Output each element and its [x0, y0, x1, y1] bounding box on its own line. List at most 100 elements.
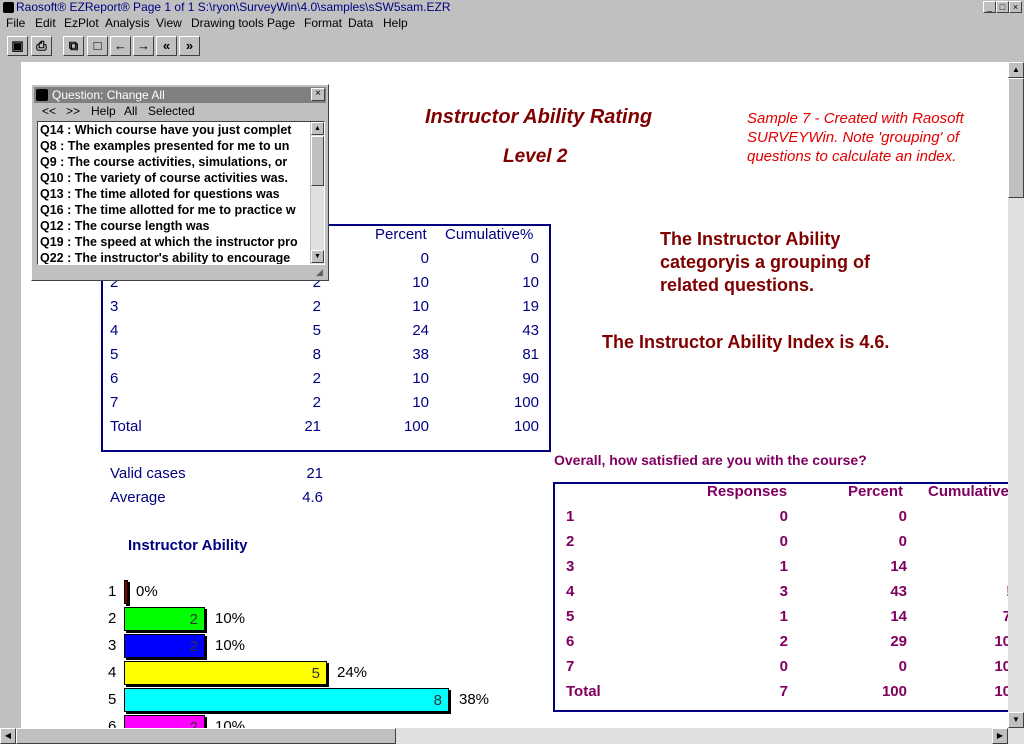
- resize-grip-icon[interactable]: ◢: [316, 267, 323, 278]
- scroll-down-icon[interactable]: ▼: [1008, 712, 1024, 728]
- menu-data[interactable]: Data: [348, 16, 373, 30]
- table2-row-responses: 0: [779, 508, 788, 525]
- table1-row-percent: 10: [412, 298, 429, 315]
- chart-percent-label: 0%: [136, 583, 158, 600]
- menu-page[interactable]: Page: [267, 16, 295, 30]
- table2-row-responses: 3: [779, 583, 788, 600]
- scroll-left-icon[interactable]: ◀: [0, 728, 16, 744]
- dialog-all[interactable]: All: [124, 104, 137, 118]
- last-icon[interactable]: »: [179, 36, 200, 56]
- question-item[interactable]: Q16 : The time allotted for me to practi…: [39, 202, 310, 218]
- table2-row-percent: 43: [890, 583, 907, 600]
- chart-title: Instructor Ability: [128, 537, 248, 554]
- chart-bar-value: 2: [189, 611, 198, 628]
- dialog-next[interactable]: >>: [66, 104, 80, 118]
- table1-row-label: 3: [110, 298, 119, 315]
- new-page-icon[interactable]: □: [87, 36, 108, 56]
- vertical-scroll-thumb[interactable]: [1008, 78, 1024, 198]
- chart-category-label: 1: [108, 583, 117, 600]
- table1-row-label: 7: [110, 394, 119, 411]
- back-icon[interactable]: ←: [110, 36, 131, 56]
- table1-row-count: 5: [312, 322, 321, 339]
- dialog-close-icon[interactable]: ×: [311, 88, 325, 101]
- question-item[interactable]: Q22 : The instructor's ability to encour…: [39, 250, 310, 264]
- dialog-selected[interactable]: Selected: [148, 104, 195, 118]
- toolbar: ▣ ⎙ ⧉ □ ← → « »: [0, 32, 1024, 60]
- table1-row-cumulative: 43: [522, 322, 539, 339]
- forward-icon[interactable]: →: [133, 36, 154, 56]
- scroll-up-icon[interactable]: ▲: [1008, 62, 1024, 78]
- list-scroll-up-icon[interactable]: ▲: [311, 122, 324, 135]
- table2-row-label: 2: [566, 533, 575, 550]
- table1-row-cumulative: 81: [522, 346, 539, 363]
- table1-row-percent: 24: [412, 322, 429, 339]
- menu-edit[interactable]: Edit: [35, 16, 56, 30]
- chart-percent-label: 38%: [459, 691, 490, 708]
- restore-button[interactable]: □: [996, 1, 1009, 13]
- table1-header-cumulative: Cumulative%: [445, 226, 534, 243]
- table2-row-responses: 0: [779, 533, 788, 550]
- horizontal-scrollbar[interactable]: ◀ ▶: [0, 728, 1024, 744]
- question-item[interactable]: Q9 : The course activities, simulations,…: [39, 154, 310, 170]
- menu-format[interactable]: Format: [304, 16, 342, 30]
- question-title: Overall, how satisfied are you with the …: [554, 452, 867, 468]
- table2-header-cumulative: Cumulative: [928, 483, 1008, 500]
- chart-bar-value: 5: [311, 665, 320, 682]
- question-item[interactable]: Q8 : The examples presented for me to un: [39, 138, 310, 154]
- table1-row-cumulative: 100: [513, 394, 539, 411]
- table1-header-percent: Percent: [375, 226, 427, 243]
- question-item[interactable]: Q19 : The speed at which the instructor …: [39, 234, 310, 250]
- table1-row-percent: 10: [412, 370, 429, 387]
- table2-row-responses: 7: [779, 683, 788, 700]
- question-list[interactable]: ▲ ▼ Q14 : Which course have you just com…: [37, 121, 325, 265]
- table2-header-responses: Responses: [707, 483, 788, 500]
- category-note: The Instructor Ability categoryis a grou…: [660, 229, 871, 295]
- menu-file[interactable]: File: [6, 16, 25, 30]
- report-subtitle: Level 2: [503, 146, 568, 167]
- save-icon[interactable]: ▣: [7, 36, 28, 56]
- close-button[interactable]: ×: [1009, 1, 1022, 13]
- table1-row-cumulative: 0: [530, 250, 539, 267]
- table2-row-percent: 29: [890, 633, 907, 650]
- print-icon[interactable]: ⎙: [31, 36, 52, 56]
- dialog-prev[interactable]: <<: [42, 104, 56, 118]
- table1-row-count: 8: [312, 346, 321, 363]
- table2-row-responses: 2: [779, 633, 788, 650]
- table1-row-count: 2: [312, 370, 321, 387]
- table1-row-cumulative: 19: [522, 298, 539, 315]
- table2-row-percent: 0: [898, 508, 907, 525]
- chart-bar: 8: [124, 688, 449, 712]
- table1-row-count: 21: [304, 418, 321, 435]
- chart-category-label: 3: [108, 637, 117, 654]
- table2-row-label: 6: [566, 633, 575, 650]
- menu-ezplot[interactable]: EzPlot: [64, 16, 99, 30]
- table1-row-percent: 10: [412, 394, 429, 411]
- table2-row-percent: 100: [881, 683, 907, 700]
- minimize-button[interactable]: _: [983, 1, 996, 13]
- chart-bar: 5: [124, 661, 327, 685]
- horizontal-scroll-thumb[interactable]: [16, 728, 396, 744]
- dialog-help[interactable]: Help: [91, 104, 116, 118]
- vertical-scrollbar[interactable]: ▲ ▼: [1008, 62, 1024, 728]
- table2-row-cumulative: 10: [994, 658, 1008, 675]
- menu-help[interactable]: Help: [383, 16, 408, 30]
- question-item[interactable]: Q10 : The variety of course activities w…: [39, 170, 310, 186]
- scroll-right-icon[interactable]: ▶: [992, 728, 1008, 744]
- chart-bar-value: 2: [189, 638, 198, 655]
- list-scrollbar[interactable]: ▲ ▼: [310, 122, 324, 264]
- table1-row-percent: 100: [403, 418, 429, 435]
- question-item[interactable]: Q13 : The time alloted for questions was: [39, 186, 310, 202]
- first-icon[interactable]: «: [156, 36, 177, 56]
- menu-drawing-tools[interactable]: Drawing tools: [191, 16, 264, 30]
- app-logo-icon: [3, 2, 14, 13]
- question-item[interactable]: Q12 : The course length was: [39, 218, 310, 234]
- list-scroll-down-icon[interactable]: ▼: [311, 250, 324, 263]
- window-title: Raosoft® EZReport® Page 1 of 1 S:\ryon\S…: [16, 0, 451, 14]
- dialog-title: Question: Change All: [34, 87, 326, 103]
- copy-icon[interactable]: ⧉: [63, 36, 84, 56]
- menu-analysis[interactable]: Analysis: [105, 16, 150, 30]
- question-item[interactable]: Q14 : Which course have you just complet: [39, 122, 310, 138]
- chart-category-label: 6: [108, 718, 117, 728]
- menu-view[interactable]: View: [156, 16, 182, 30]
- list-scroll-thumb[interactable]: [311, 136, 324, 186]
